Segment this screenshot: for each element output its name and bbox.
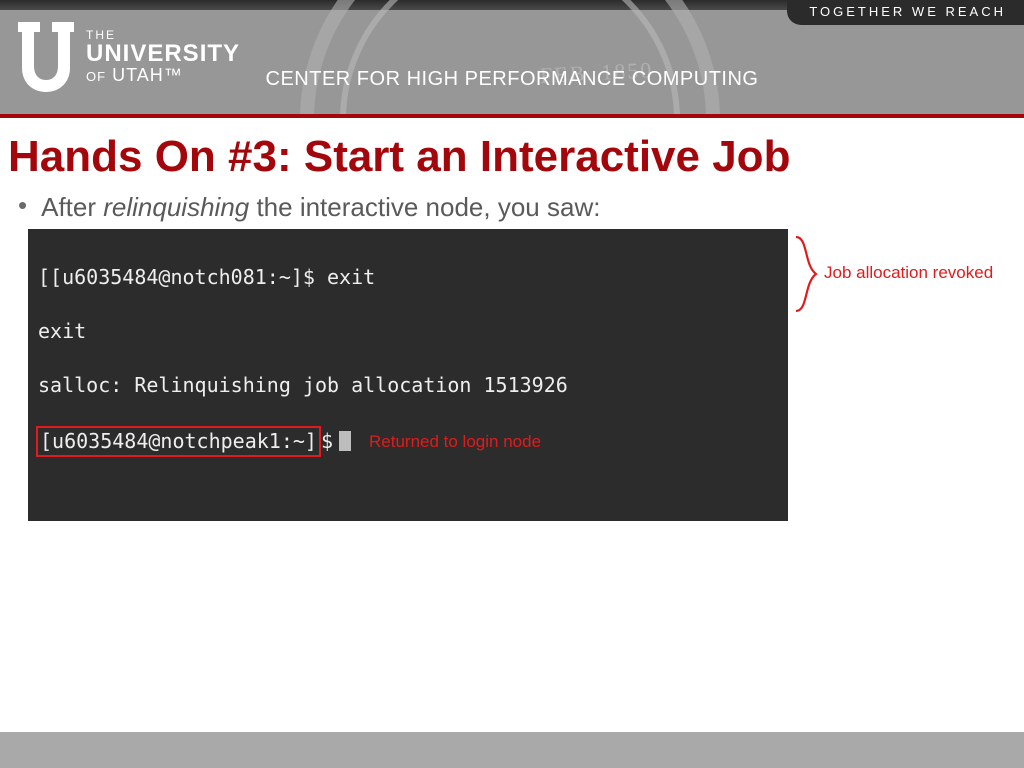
slide-header: FEB. 1850 TOGETHER WE REACH THE UNIVERSI… [0, 0, 1024, 114]
bullet-line: • After relinquishing the interactive no… [0, 192, 1024, 223]
terminal-line-3: salloc: Relinquishing job allocation 151… [38, 372, 778, 399]
returned-annotation: Returned to login node [369, 432, 541, 451]
terminal-line-4: [u6035484@notchpeak1:~]$ Returned to logi… [38, 426, 778, 457]
terminal-line-2: exit [38, 318, 778, 345]
bullet-dot-icon: • [18, 192, 27, 218]
revoked-annotation: Job allocation revoked [824, 263, 993, 283]
terminal-line-1: [[u6035484@notch081:~]$ exit [38, 264, 778, 291]
logo-university: UNIVERSITY [86, 41, 240, 66]
center-label: CENTER FOR HIGH PERFORMANCE COMPUTING [0, 68, 1024, 91]
footer-bar [0, 732, 1024, 768]
terminal-block: [[u6035484@notch081:~]$ exit exit salloc… [28, 229, 788, 521]
brace-icon [794, 235, 818, 313]
prompt-highlight-box: [u6035484@notchpeak1:~] [36, 426, 321, 457]
dollar-sign: $ [321, 429, 333, 453]
cursor-icon [339, 431, 351, 451]
bullet-text: After relinquishing the interactive node… [41, 192, 600, 223]
terminal: [[u6035484@notch081:~]$ exit exit salloc… [28, 229, 788, 521]
university-seal-bg [300, 0, 720, 114]
tagline-pill: TOGETHER WE REACH [787, 0, 1024, 25]
slide-title: Hands On #3: Start an Interactive Job [0, 118, 1024, 192]
